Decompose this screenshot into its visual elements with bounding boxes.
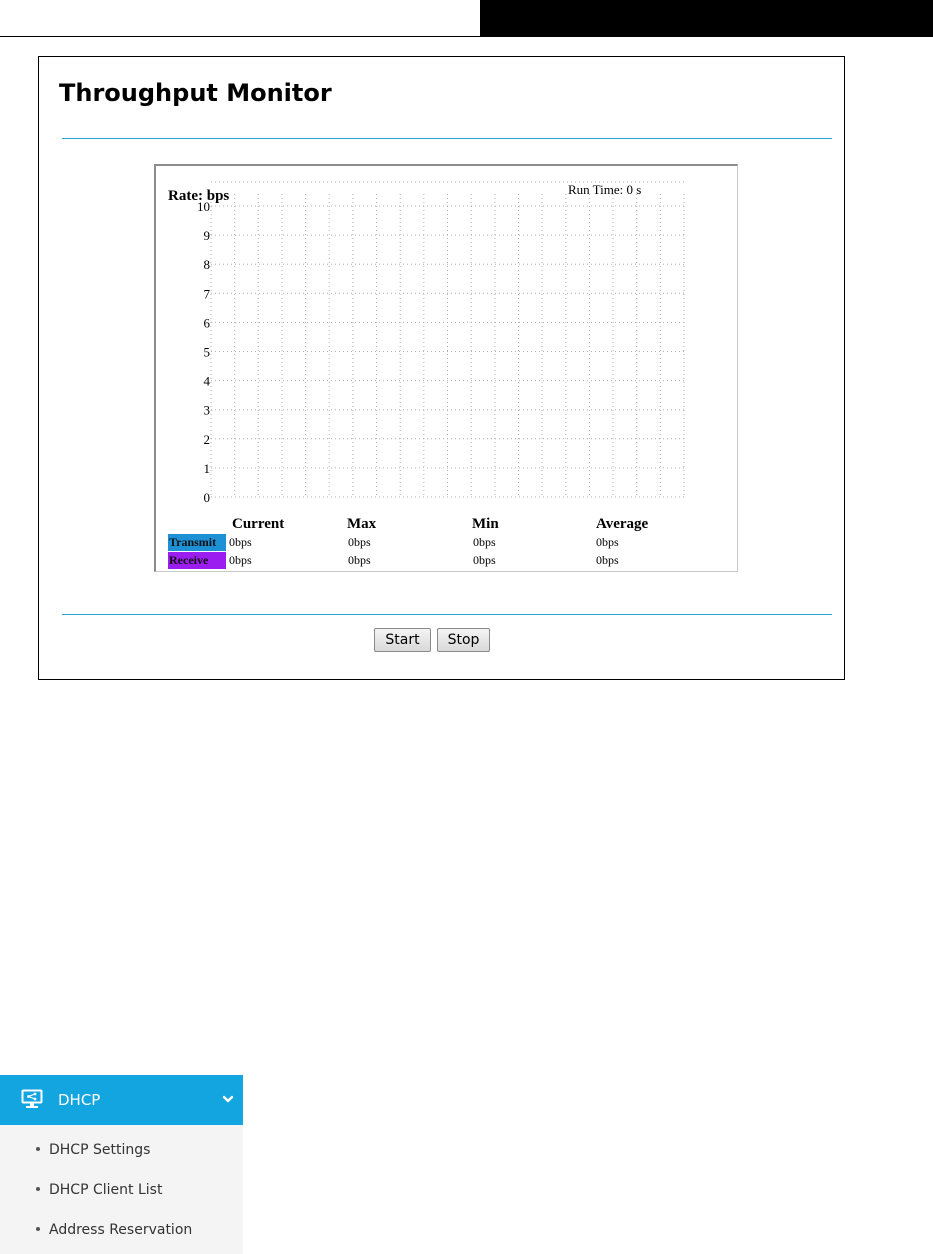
menu-item-label: DHCP Client List [49, 1182, 163, 1198]
stop-button[interactable]: Stop [437, 628, 490, 652]
menu-item-dhcp-client-list[interactable]: DHCP Client List [36, 1182, 162, 1198]
y-tick-label: 5 [204, 345, 211, 360]
header-rule [0, 36, 480, 37]
y-tick-label: 4 [204, 374, 211, 389]
y-tick-label: 0 [204, 490, 211, 505]
throughput-graph: Rate: bps Run Time: 0 s 0 1 2 3 4 5 6 7 8 9 10 Cur… [154, 164, 738, 572]
menu-item-label: Address Reservation [49, 1222, 193, 1238]
button-divider [62, 614, 832, 615]
y-tick-label: 7 [204, 286, 211, 301]
dhcp-menu: DHCP DHCP Settings DHCP Client List Addr… [0, 1075, 243, 1254]
y-tick-label: 2 [204, 432, 211, 447]
monitor-share-icon [21, 1089, 43, 1108]
throughput-monitor-panel: Throughput Monitor Rate: bps Run Time: 0… [38, 56, 845, 680]
dhcp-menu-header[interactable]: DHCP [0, 1075, 243, 1125]
dhcp-menu-title: DHCP [58, 1091, 101, 1109]
y-tick-label: 3 [204, 403, 211, 418]
menu-item-label: DHCP Settings [49, 1142, 151, 1158]
y-tick-label: 1 [204, 461, 211, 476]
y-tick-label: 9 [204, 228, 211, 243]
bullet-icon [36, 1187, 40, 1191]
y-tick-label: 8 [204, 257, 211, 272]
bullet-icon [36, 1227, 40, 1231]
y-tick-label: 6 [204, 315, 211, 330]
header-bar [480, 0, 933, 37]
y-tick-label: 10 [197, 199, 210, 214]
start-button[interactable]: Start [374, 628, 431, 652]
chevron-down-icon[interactable] [222, 1095, 234, 1104]
throughput-plot: 0 1 2 3 4 5 6 7 8 9 10 [197, 181, 685, 505]
page-title: Throughput Monitor [59, 79, 332, 107]
menu-item-address-reservation[interactable]: Address Reservation [36, 1222, 192, 1238]
menu-item-dhcp-settings[interactable]: DHCP Settings [36, 1142, 150, 1158]
bullet-icon [36, 1147, 40, 1151]
title-divider [62, 138, 832, 139]
